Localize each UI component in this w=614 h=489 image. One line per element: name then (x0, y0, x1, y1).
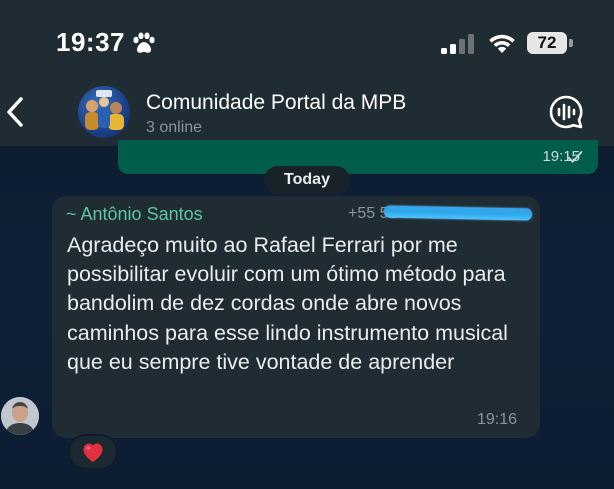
single-check-icon (567, 151, 583, 163)
date-separator: Today (264, 166, 350, 194)
battery-icon: 72 (527, 32, 575, 56)
outgoing-message-bubble[interactable] (118, 140, 598, 174)
sender-avatar[interactable] (1, 397, 39, 435)
cellular-signal-icon (441, 34, 474, 54)
voice-chat-icon[interactable] (548, 94, 584, 130)
online-count: 3 online (146, 119, 203, 136)
wifi-icon (489, 34, 515, 53)
battery-level: 72 (527, 32, 567, 54)
incoming-message-time: 19:16 (477, 411, 518, 428)
sender-avatar-image (1, 397, 39, 435)
group-avatar[interactable] (78, 86, 130, 138)
status-bar: 19:37 72 (0, 0, 614, 80)
message-text: Agradeço muito ao Rafael Ferrari por me … (67, 233, 508, 374)
heart-icon (83, 443, 103, 462)
group-avatar-image (85, 90, 124, 130)
chevron-left-icon[interactable] (4, 94, 28, 130)
chat-header: 19:37 72 Comunidade Portal da MPB 3 onli… (0, 0, 614, 146)
battery-cap (569, 39, 573, 47)
sender-name[interactable]: ~ Antônio Santos (66, 204, 203, 225)
group-name[interactable]: Comunidade Portal da MPB (146, 91, 406, 115)
paw-icon (133, 32, 155, 53)
clock: 19:37 (56, 27, 125, 57)
heart-reaction[interactable] (68, 434, 118, 470)
